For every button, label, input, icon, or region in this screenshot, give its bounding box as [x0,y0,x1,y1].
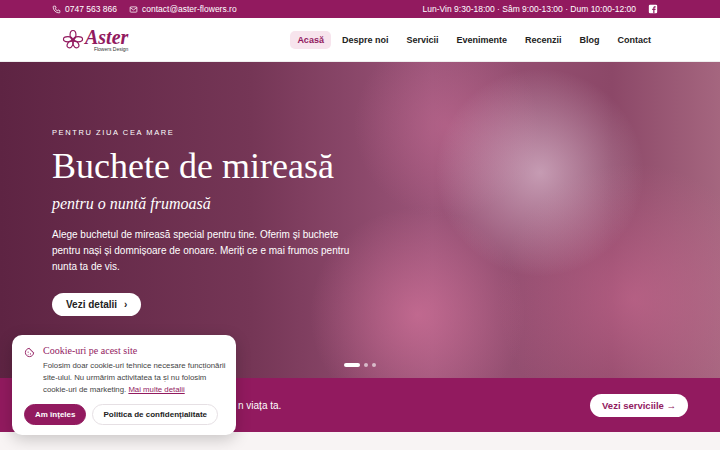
hero-text: Alege buchetul de mireasă special pentru… [52,227,352,275]
nav-item[interactable]: Evenimente [449,31,514,49]
logo[interactable]: AsterFlowers Design [62,27,128,52]
flower-logo-icon [62,29,84,51]
nav-item[interactable]: Acasă [290,31,331,49]
phone-link[interactable]: 0747 563 866 [52,4,117,14]
cookie-button[interactable]: Politica de confidențialitate [92,404,218,425]
arrow-icon: → [667,400,677,411]
services-button[interactable]: Vezi serviciile → [590,394,688,417]
main-nav: AcasăDespre noiServiciiEvenimenteRecenzi… [290,31,658,49]
header: AsterFlowers Design AcasăDespre noiServic… [0,18,720,62]
hero-title: Buchete de mireasă [52,147,334,187]
cookie-title: Cookie-uri pe acest site [43,345,226,356]
cookie-icon [24,347,35,358]
mail-icon [129,5,138,14]
slider-dot[interactable] [372,363,376,367]
top-bar: 0747 563 866 contact@aster-flowers.ro Lun… [0,0,720,18]
chevron-icon: › [124,299,127,310]
strip-text: n viața ta. [238,400,281,411]
slider-dot[interactable] [344,363,360,367]
slider-dot[interactable] [364,363,368,367]
nav-item[interactable]: Contact [611,31,659,49]
email-link[interactable]: contact@aster-flowers.ro [129,4,237,14]
logo-name: Aster [85,27,128,47]
cookie-details-link[interactable]: Mai multe detalii [128,385,184,394]
phone-icon [52,5,61,14]
nav-item[interactable]: Blog [573,31,607,49]
cookie-button[interactable]: Am înțeles [24,404,86,425]
cookie-text: Folosim doar cookie-uri tehnice necesare… [43,360,226,396]
nav-item[interactable]: Recenzii [518,31,569,49]
facebook-icon[interactable] [648,4,658,14]
logo-tagline: Flowers Design [94,47,128,52]
details-button[interactable]: Vezi detalii › [52,293,141,316]
opening-hours: Lun-Vin 9:30-18:00 · Sâm 9:00-13:00 · Du… [423,4,636,14]
nav-item[interactable]: Despre noi [335,31,396,49]
hero-slide: PENTRU ZIUA CEA MARE Buchete de mireasă pe… [0,62,720,378]
hero-subtitle: pentru o nuntă frumoasă [52,195,211,213]
hero-eyebrow: PENTRU ZIUA CEA MARE [52,128,174,137]
cookie-banner: Cookie-uri pe acest site Folosim doar coo… [12,335,236,435]
page: 0747 563 866 contact@aster-flowers.ro Lun… [0,0,720,450]
nav-item[interactable]: Servicii [399,31,445,49]
